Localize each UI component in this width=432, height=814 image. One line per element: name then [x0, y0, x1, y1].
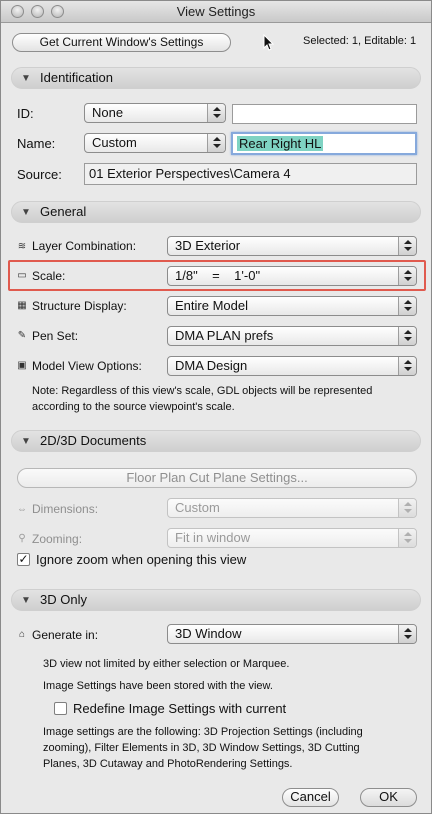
- section-3d-only[interactable]: ▼ 3D Only: [11, 589, 421, 611]
- layer-combination-popup[interactable]: 3D Exterior: [167, 236, 417, 256]
- image-settings-description-line-2: zooming), Filter Elements in 3D, 3D Wind…: [43, 742, 360, 754]
- generate-3d-icon: ⌂: [18, 629, 26, 640]
- view-settings-window: View Settings Get Current Window's Setti…: [0, 0, 432, 814]
- image-settings-description-line-3: Planes, 3D Cutaway and PhotoRendering Se…: [43, 758, 293, 770]
- structure-display-value: Entire Model: [175, 298, 248, 313]
- structure-display-popup[interactable]: Entire Model: [167, 296, 417, 316]
- section-general[interactable]: ▼ General: [11, 201, 421, 223]
- zooming-label: Zooming:: [32, 532, 83, 546]
- floor-plan-cut-plane-settings-button[interactable]: Floor Plan Cut Plane Settings...: [17, 468, 417, 488]
- zooming-popup[interactable]: Fit in window: [167, 528, 417, 548]
- scale-value: 1/8" = 1'-0": [175, 268, 261, 283]
- popup-arrows-icon: [398, 297, 416, 315]
- ignore-zoom-label: Ignore zoom when opening this view: [36, 552, 247, 567]
- section-3d-only-label: 3D Only: [40, 592, 87, 607]
- triangle-down-icon: ▼: [21, 207, 31, 218]
- id-label: ID:: [17, 106, 34, 121]
- dimensions-label: Dimensions:: [32, 502, 99, 516]
- ignore-zoom-checkbox[interactable]: ✓: [17, 553, 30, 566]
- pen-set-value: DMA PLAN prefs: [175, 328, 274, 343]
- layers-icon: ≋: [17, 241, 27, 252]
- source-field: 01 Exterior Perspectives\Camera 4: [84, 163, 417, 185]
- name-text-value: Rear Right HL: [237, 136, 324, 151]
- image-settings-description-line-1: Image settings are the following: 3D Pro…: [43, 726, 363, 738]
- name-popup[interactable]: Custom: [84, 133, 226, 153]
- dimension-icon: ⇔: [17, 504, 27, 515]
- structure-display-label: Structure Display:: [32, 299, 127, 313]
- scale-note-line-2: according to the source viewpoint's scal…: [32, 401, 235, 413]
- id-popup-value: None: [92, 105, 124, 120]
- ok-button[interactable]: OK: [360, 788, 417, 807]
- model-view-options-value: DMA Design: [175, 358, 248, 373]
- section-identification-label: Identification: [40, 70, 113, 85]
- mouse-cursor-icon: [263, 34, 275, 51]
- id-text-field[interactable]: [232, 104, 417, 124]
- model-view-options-label: Model View Options:: [32, 359, 142, 373]
- source-value: 01 Exterior Perspectives\Camera 4: [89, 166, 291, 181]
- generate-in-popup[interactable]: 3D Window: [167, 624, 417, 644]
- cancel-button[interactable]: Cancel: [282, 788, 339, 807]
- pen-icon: ✎: [17, 330, 27, 341]
- popup-arrows-icon: [207, 104, 225, 122]
- model-view-icon: ▣: [17, 360, 27, 371]
- dimensions-popup[interactable]: Custom: [167, 498, 417, 518]
- ruler-icon: ▭: [17, 270, 27, 281]
- scale-label: Scale:: [32, 269, 66, 283]
- popup-arrows-icon: [398, 237, 416, 255]
- window-title: View Settings: [176, 4, 256, 19]
- triangle-down-icon: ▼: [21, 73, 31, 84]
- layer-combination-label: Layer Combination:: [32, 239, 137, 253]
- 3d-view-info: 3D view not limited by either selection …: [43, 658, 290, 670]
- popup-arrows-icon: [398, 529, 416, 547]
- pen-set-label: Pen Set:: [32, 329, 79, 343]
- redefine-image-settings-label: Redefine Image Settings with current: [73, 701, 287, 716]
- generate-in-label: Generate in:: [32, 628, 99, 642]
- pen-set-popup[interactable]: DMA PLAN prefs: [167, 326, 417, 346]
- name-popup-value: Custom: [92, 135, 137, 150]
- selection-status: Selected: 1, Editable: 1: [303, 35, 417, 47]
- triangle-down-icon: ▼: [21, 595, 31, 606]
- popup-arrows-icon: [398, 499, 416, 517]
- section-2d3d-documents-label: 2D/3D Documents: [40, 433, 147, 448]
- scale-popup[interactable]: 1/8" = 1'-0": [167, 266, 417, 286]
- popup-arrows-icon: [398, 327, 416, 345]
- name-text-field[interactable]: Rear Right HL: [231, 132, 417, 155]
- redefine-image-settings-checkbox[interactable]: [54, 702, 67, 715]
- generate-in-value: 3D Window: [175, 626, 242, 641]
- source-label: Source:: [17, 167, 62, 182]
- scale-note-line-1: Note: Regardless of this view's scale, G…: [32, 385, 373, 397]
- zooming-value: Fit in window: [175, 530, 251, 545]
- name-label: Name:: [17, 136, 56, 151]
- magnifier-icon: ⚲: [18, 533, 26, 544]
- dimensions-value: Custom: [175, 500, 220, 515]
- popup-arrows-icon: [207, 134, 225, 152]
- popup-arrows-icon: [398, 357, 416, 375]
- title-bar[interactable]: View Settings: [1, 1, 431, 23]
- id-popup[interactable]: None: [84, 103, 226, 123]
- section-identification[interactable]: ▼ Identification: [11, 67, 421, 89]
- image-settings-info: Image Settings have been stored with the…: [43, 680, 273, 692]
- section-2d3d-documents[interactable]: ▼ 2D/3D Documents: [11, 430, 421, 452]
- model-view-options-popup[interactable]: DMA Design: [167, 356, 417, 376]
- popup-arrows-icon: [398, 625, 416, 643]
- structure-icon: ▦: [17, 300, 27, 311]
- get-current-window-settings-button[interactable]: Get Current Window's Settings: [12, 33, 231, 52]
- section-general-label: General: [40, 204, 87, 219]
- popup-arrows-icon: [398, 267, 416, 285]
- triangle-down-icon: ▼: [21, 436, 31, 447]
- layer-combination-value: 3D Exterior: [175, 238, 241, 253]
